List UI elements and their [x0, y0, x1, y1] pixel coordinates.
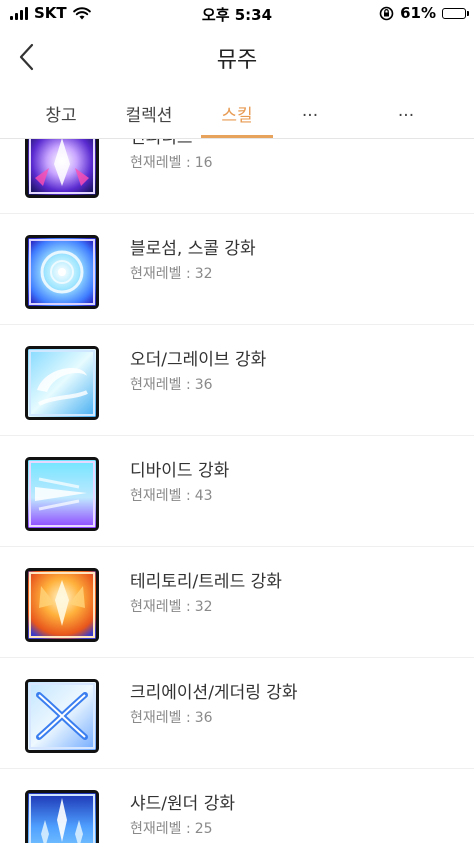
skill-row-shard-wonder[interactable]: 샤드/원더 강화 현재레벨 :25 — [0, 768, 474, 843]
skill-list[interactable]: 인피니트 현재레벨 :16 블로섬, 스콜 강화 현재레벨 :32 — [0, 139, 474, 843]
page-title: 뮤주 — [216, 48, 258, 73]
skill-name: 디바이드 강화 — [130, 461, 230, 481]
status-right: 61% — [379, 4, 469, 22]
skill-row-territory-tread[interactable]: 테리토리/트레드 강화 현재레벨 :32 — [0, 546, 474, 658]
skill-row-creation-gathering[interactable]: 크리에이션/게더링 강화 현재레벨 :36 — [0, 657, 474, 769]
shard-wonder-skill-icon — [25, 790, 99, 843]
skill-level: 현재레벨 :36 — [130, 710, 213, 726]
skill-row-blossom-squall[interactable]: 블로섬, 스콜 강화 현재레벨 :32 — [0, 213, 474, 325]
battery-icon — [442, 7, 469, 19]
infinite-skill-icon — [25, 139, 99, 198]
territory-tread-skill-icon — [25, 568, 99, 642]
nav-header: 뮤주 — [0, 26, 474, 88]
skill-name: 인피니트 — [130, 139, 193, 148]
skill-name: 크리에이션/게더링 강화 — [130, 683, 298, 703]
skill-level: 현재레벨 :32 — [130, 599, 213, 615]
tab-more-1[interactable]: ... — [294, 101, 326, 121]
skill-row-infinite[interactable]: 인피니트 현재레벨 :16 — [0, 139, 474, 214]
divide-skill-icon — [25, 457, 99, 531]
tab-storage[interactable]: 창고 — [40, 101, 82, 126]
battery-percent: 61% — [400, 4, 436, 22]
skill-level: 현재레벨 :36 — [130, 377, 213, 393]
skill-level: 현재레벨 :43 — [130, 488, 213, 504]
tab-bar: 창고 컬렉션 스킬 ... ... — [0, 88, 474, 139]
skill-name: 샤드/원더 강화 — [130, 794, 235, 814]
creation-gathering-skill-icon — [25, 679, 99, 753]
order-grave-skill-icon — [25, 346, 99, 420]
skill-level: 현재레벨 :16 — [130, 155, 213, 171]
active-tab-indicator — [201, 135, 273, 138]
orientation-lock-icon — [379, 6, 394, 20]
skill-row-divide[interactable]: 디바이드 강화 현재레벨 :43 — [0, 435, 474, 547]
skill-level: 현재레벨 :32 — [130, 266, 213, 282]
tab-skill[interactable]: 스킬 — [212, 101, 262, 126]
skill-name: 블로섬, 스콜 강화 — [130, 239, 256, 259]
skill-level: 현재레벨 :25 — [130, 821, 213, 837]
tab-more-2[interactable]: ... — [390, 101, 422, 121]
skill-row-order-grave[interactable]: 오더/그레이브 강화 현재레벨 :36 — [0, 324, 474, 436]
tab-collection[interactable]: 컬렉션 — [118, 101, 180, 126]
blossom-squall-skill-icon — [25, 235, 99, 309]
skill-name: 테리토리/트레드 강화 — [130, 572, 282, 592]
status-bar: SKT 오후 5:34 61% — [0, 0, 474, 26]
skill-name: 오더/그레이브 강화 — [130, 350, 267, 370]
